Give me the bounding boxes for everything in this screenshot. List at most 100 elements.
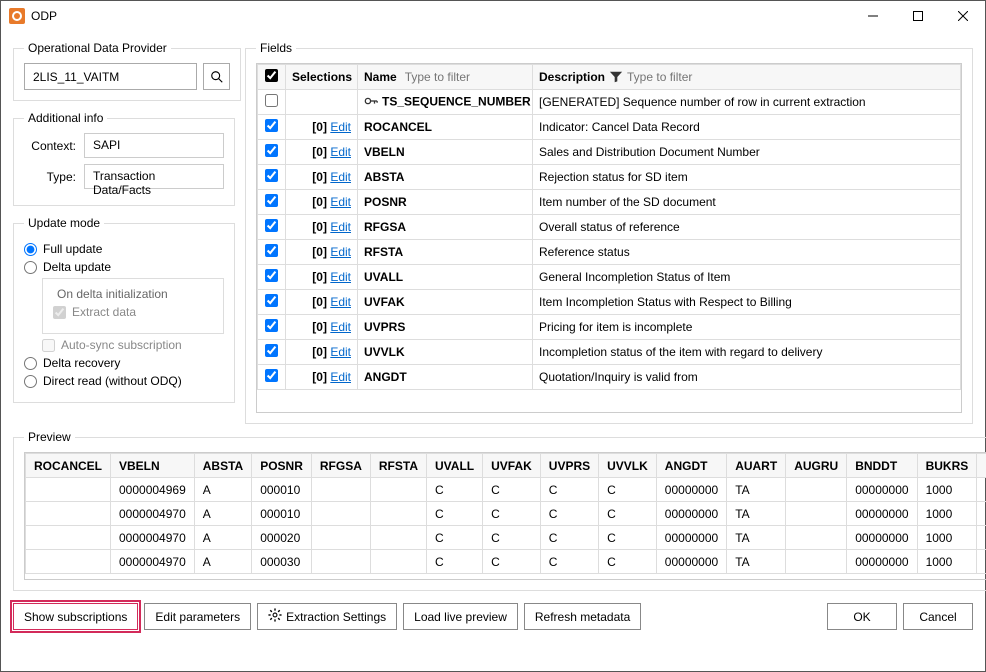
header-selections[interactable]: Selections (286, 65, 358, 90)
field-selection-cell[interactable]: [0] Edit (286, 115, 358, 140)
field-checkbox-cell[interactable] (258, 90, 286, 115)
preview-header[interactable]: ROCANCEL (26, 454, 111, 478)
preview-row[interactable]: 0000004970A000030CCCC00000000TA000000001… (26, 550, 986, 574)
search-button[interactable] (203, 63, 230, 90)
field-checkbox-cell[interactable] (258, 365, 286, 390)
header-description[interactable]: Description (533, 65, 961, 90)
field-row[interactable]: [0] EditABSTARejection status for SD ite… (258, 165, 961, 190)
field-selection-cell[interactable]: [0] Edit (286, 215, 358, 240)
edit-link[interactable]: Edit (330, 245, 351, 259)
delta-update-label: Delta update (43, 260, 111, 274)
preview-header[interactable]: FA (977, 454, 986, 478)
preview-cell: 0000004970 (111, 502, 195, 526)
field-checkbox-cell[interactable] (258, 165, 286, 190)
field-row[interactable]: [0] EditRFGSAOverall status of reference (258, 215, 961, 240)
edit-link[interactable]: Edit (330, 370, 351, 384)
preview-header[interactable]: VBELN (111, 454, 195, 478)
edit-link[interactable]: Edit (330, 195, 351, 209)
field-row[interactable]: [0] EditUVFAKItem Incompletion Status wi… (258, 290, 961, 315)
direct-read-radio[interactable]: Direct read (without ODQ) (24, 374, 224, 388)
preview-cell: C (599, 550, 657, 574)
show-subscriptions-button[interactable]: Show subscriptions (13, 603, 138, 630)
preview-cell: 00000000 (656, 478, 726, 502)
close-button[interactable] (940, 1, 985, 31)
field-checkbox-cell[interactable] (258, 315, 286, 340)
edit-link[interactable]: Edit (330, 270, 351, 284)
delta-update-radio[interactable]: Delta update (24, 260, 224, 274)
preview-cell (311, 478, 370, 502)
app-icon (9, 8, 25, 24)
field-row[interactable]: [0] EditVBELNSales and Distribution Docu… (258, 140, 961, 165)
header-check[interactable] (258, 65, 286, 90)
preview-header[interactable]: UVVLK (599, 454, 657, 478)
preview-header[interactable]: AUGRU (786, 454, 847, 478)
field-row[interactable]: [0] EditRFSTAReference status (258, 240, 961, 265)
preview-row[interactable]: 0000004969A000010CCCC00000000TA000000001… (26, 478, 986, 502)
edit-parameters-button[interactable]: Edit parameters (144, 603, 251, 630)
field-row[interactable]: [0] EditROCANCELIndicator: Cancel Data R… (258, 115, 961, 140)
preview-header[interactable]: AUART (727, 454, 786, 478)
field-row[interactable]: [0] EditUVPRSPricing for item is incompl… (258, 315, 961, 340)
preview-cell: C (483, 478, 541, 502)
edit-link[interactable]: Edit (330, 320, 351, 334)
field-checkbox-cell[interactable] (258, 190, 286, 215)
edit-link[interactable]: Edit (330, 220, 351, 234)
preview-header[interactable]: POSNR (252, 454, 312, 478)
preview-header[interactable]: UVPRS (540, 454, 598, 478)
field-checkbox-cell[interactable] (258, 140, 286, 165)
load-live-preview-button[interactable]: Load live preview (403, 603, 518, 630)
maximize-button[interactable] (895, 1, 940, 31)
preview-header[interactable]: RFGSA (311, 454, 370, 478)
preview-header[interactable]: UVFAK (483, 454, 541, 478)
field-row[interactable]: [0] EditUVALLGeneral Incompletion Status… (258, 265, 961, 290)
field-checkbox-cell[interactable] (258, 290, 286, 315)
field-selection-cell[interactable]: [0] Edit (286, 290, 358, 315)
edit-link[interactable]: Edit (330, 145, 351, 159)
preview-header[interactable]: BNDDT (847, 454, 917, 478)
field-row[interactable]: [0] EditUVVLKIncompletion status of the … (258, 340, 961, 365)
field-selection-cell[interactable]: [0] Edit (286, 240, 358, 265)
header-name[interactable]: Name (358, 65, 533, 90)
minimize-button[interactable] (850, 1, 895, 31)
preview-row[interactable]: 0000004970A000020CCCC00000000TA000000001… (26, 526, 986, 550)
preview-header[interactable]: ABSTA (194, 454, 251, 478)
field-selection-cell[interactable] (286, 90, 358, 115)
preview-cell (311, 502, 370, 526)
preview-table-container[interactable]: ROCANCELVBELNABSTAPOSNRRFGSARFSTAUVALLUV… (24, 452, 986, 580)
preview-header[interactable]: BUKRS (917, 454, 977, 478)
field-selection-cell[interactable]: [0] Edit (286, 340, 358, 365)
desc-filter-input[interactable] (627, 70, 954, 84)
edit-link[interactable]: Edit (330, 120, 351, 134)
field-selection-cell[interactable]: [0] Edit (286, 365, 358, 390)
preview-cell: 00000000 (847, 502, 917, 526)
edit-link[interactable]: Edit (330, 345, 351, 359)
field-row[interactable]: [0] EditPOSNRItem number of the SD docum… (258, 190, 961, 215)
delta-recovery-radio[interactable]: Delta recovery (24, 356, 224, 370)
full-update-radio[interactable]: Full update (24, 242, 224, 256)
extraction-settings-button[interactable]: Extraction Settings (257, 603, 397, 630)
preview-header[interactable]: RFSTA (370, 454, 426, 478)
preview-header[interactable]: ANGDT (656, 454, 726, 478)
preview-row[interactable]: 0000004970A000010CCCC00000000TA000000001… (26, 502, 986, 526)
field-checkbox-cell[interactable] (258, 240, 286, 265)
odp-input[interactable] (24, 63, 197, 90)
field-checkbox-cell[interactable] (258, 115, 286, 140)
field-selection-cell[interactable]: [0] Edit (286, 315, 358, 340)
field-row[interactable]: TS_SEQUENCE_NUMBER[GENERATED] Sequence n… (258, 90, 961, 115)
refresh-metadata-button[interactable]: Refresh metadata (524, 603, 641, 630)
field-selection-cell[interactable]: [0] Edit (286, 265, 358, 290)
cancel-button[interactable]: Cancel (903, 603, 973, 630)
field-checkbox-cell[interactable] (258, 215, 286, 240)
ok-button[interactable]: OK (827, 603, 897, 630)
edit-link[interactable]: Edit (330, 170, 351, 184)
preview-header[interactable]: UVALL (427, 454, 483, 478)
edit-link[interactable]: Edit (330, 295, 351, 309)
field-checkbox-cell[interactable] (258, 340, 286, 365)
field-selection-cell[interactable]: [0] Edit (286, 165, 358, 190)
field-selection-cell[interactable]: [0] Edit (286, 140, 358, 165)
name-filter-input[interactable] (405, 70, 533, 84)
field-row[interactable]: [0] EditANGDTQuotation/Inquiry is valid … (258, 365, 961, 390)
field-selection-cell[interactable]: [0] Edit (286, 190, 358, 215)
field-checkbox-cell[interactable] (258, 265, 286, 290)
autosync-check: Auto-sync subscription (42, 338, 224, 352)
